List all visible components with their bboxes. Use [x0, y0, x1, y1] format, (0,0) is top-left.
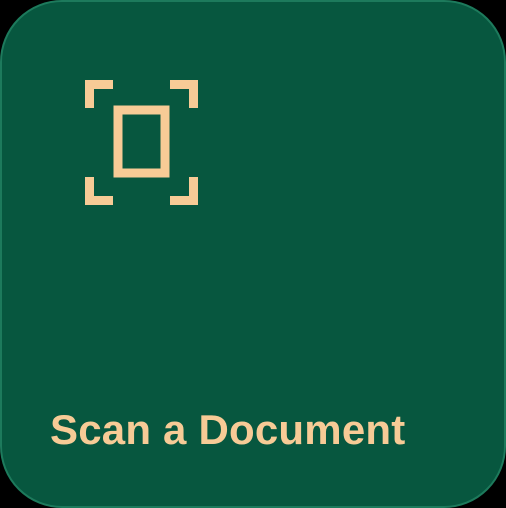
scan-document-tile[interactable]: Scan a Document: [0, 0, 506, 508]
tile-label: Scan a Document: [50, 406, 406, 453]
document-scan-icon: [85, 80, 198, 205]
